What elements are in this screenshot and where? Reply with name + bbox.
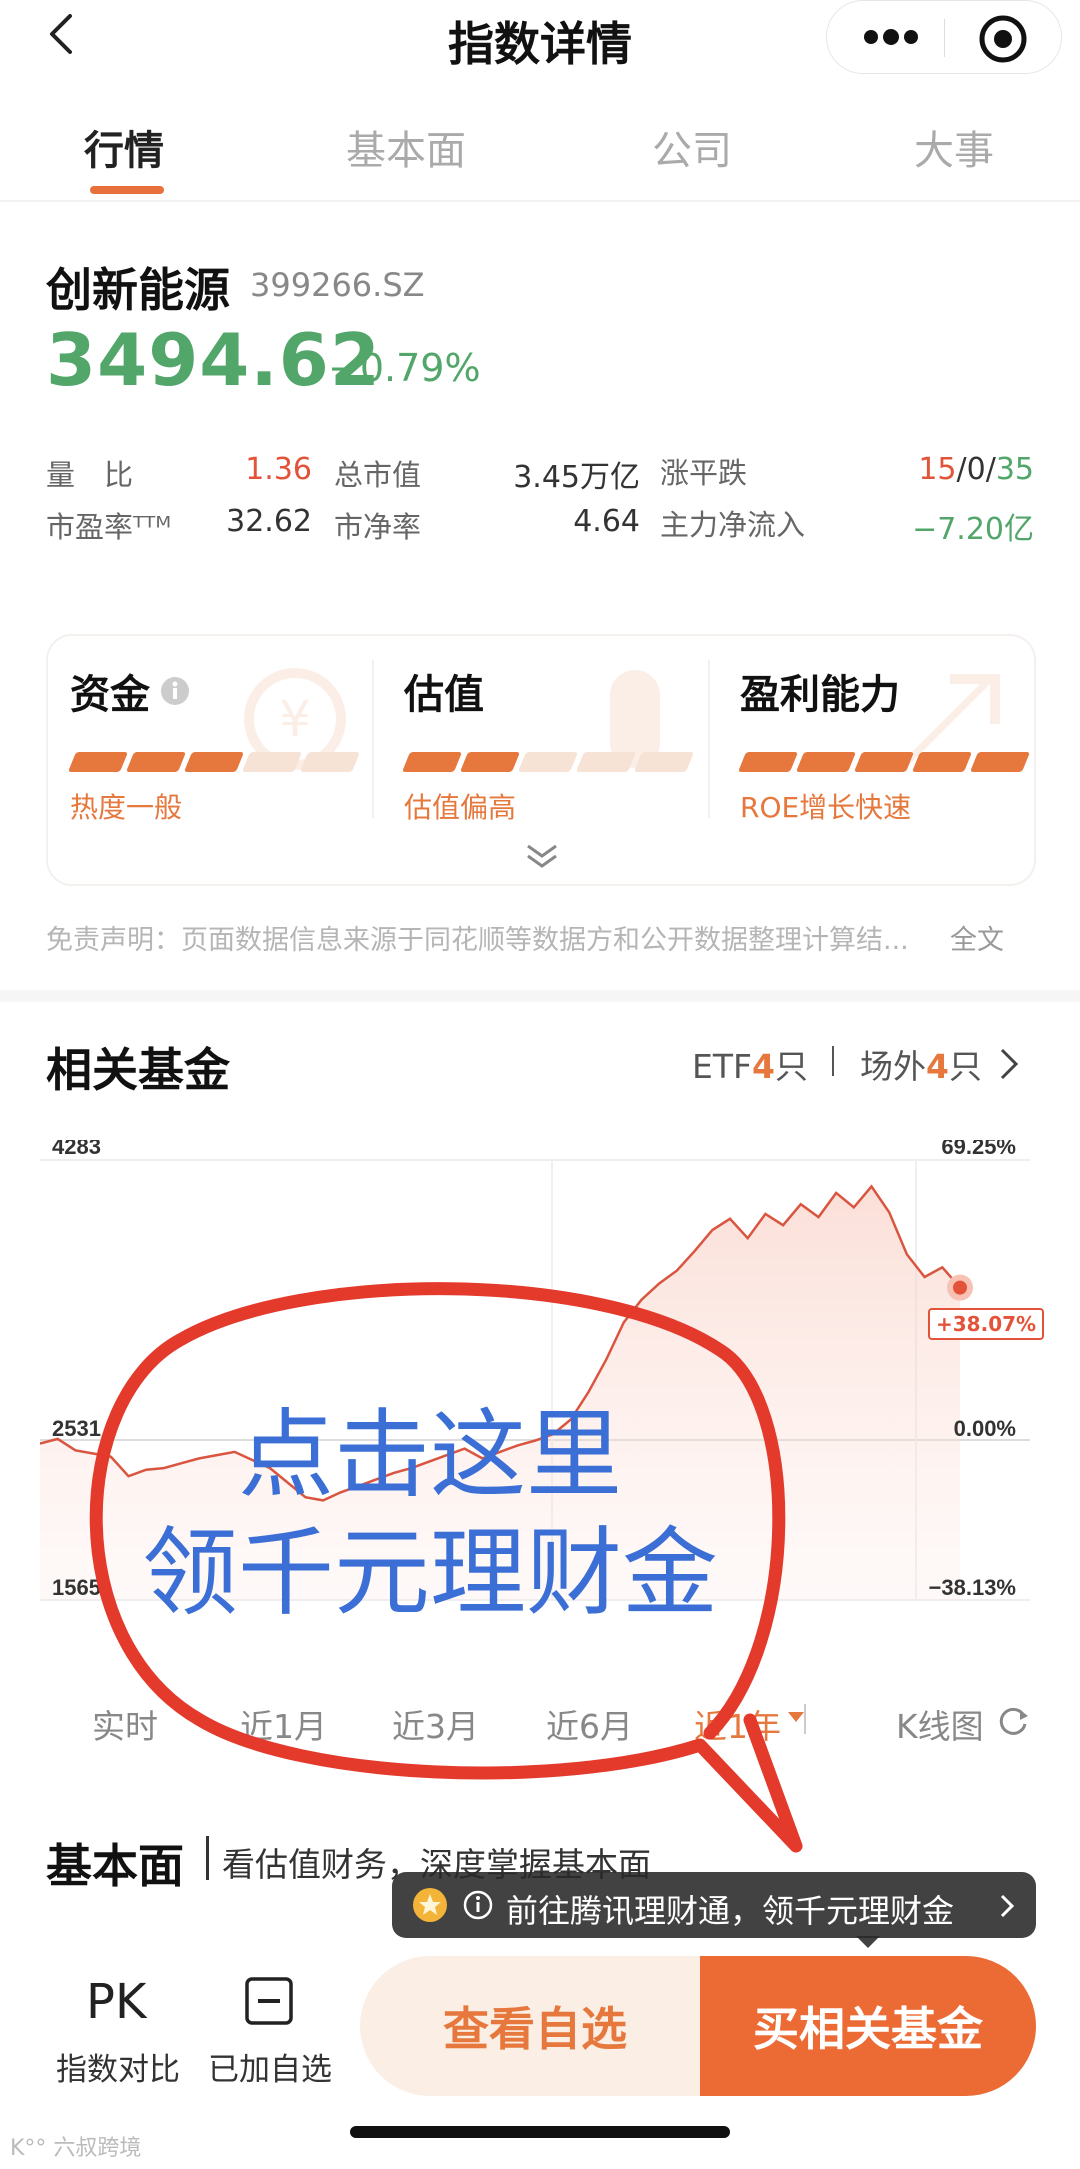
stat-volume-ratio-value: 1.36 bbox=[245, 452, 312, 487]
level-segment bbox=[853, 752, 915, 772]
metric-valuation-title: 估值 bbox=[404, 672, 484, 718]
svg-text:¥: ¥ bbox=[279, 690, 311, 748]
y-right-tick: −38.13% bbox=[929, 1575, 1016, 1600]
tab-fundamentals[interactable]: 基本面 bbox=[346, 118, 466, 176]
home-indicator bbox=[350, 2126, 730, 2138]
metric-valuation-desc: 估值偏高 bbox=[404, 791, 517, 824]
current-return-badge: +38.07% bbox=[928, 1308, 1045, 1340]
mini-program-capsule bbox=[826, 0, 1062, 74]
etf-count-link[interactable]: ETF4只 bbox=[692, 1040, 808, 1088]
x-tick-label: 2025-12-03 bbox=[883, 1617, 996, 1620]
info-icon bbox=[463, 1890, 493, 1920]
level-segment bbox=[183, 752, 245, 772]
stat-volume-ratio-label: 量 比 bbox=[46, 458, 134, 492]
added-watchlist-label[interactable]: 已加自选 bbox=[208, 2044, 332, 2089]
refresh-icon[interactable] bbox=[996, 1704, 1030, 1738]
stat-main-inflow-value: −7.20亿 bbox=[912, 512, 1034, 547]
y-right-tick: 0.00% bbox=[954, 1416, 1016, 1441]
meta-separator bbox=[832, 1046, 834, 1076]
watermark-logo: K°° 六叔跨境 bbox=[10, 2136, 142, 2161]
stat-market-cap-label: 总市值 bbox=[334, 458, 422, 492]
metric-capital-title: 资金 bbox=[70, 672, 150, 718]
level-segment bbox=[969, 752, 1031, 772]
dropdown-caret-icon[interactable] bbox=[786, 1710, 806, 1724]
level-segment bbox=[737, 752, 799, 772]
level-segment bbox=[125, 752, 187, 772]
close-target-icon[interactable] bbox=[977, 13, 1029, 65]
latest-point bbox=[953, 1280, 967, 1295]
stat-pb-value: 4.64 bbox=[573, 504, 640, 539]
y-left-tick: 2531 bbox=[52, 1416, 101, 1441]
metric-profitability-title: 盈利能力 bbox=[740, 672, 900, 718]
stat-advance-decline-label: 涨平跌 bbox=[660, 456, 748, 490]
index-change-percent: −0.79% bbox=[328, 346, 481, 390]
title-separator bbox=[206, 1836, 209, 1880]
y-left-tick: 4283 bbox=[52, 1140, 101, 1159]
watchlist-minus-icon[interactable] bbox=[244, 1976, 294, 2026]
y-left-tick: 1565 bbox=[52, 1575, 101, 1600]
capsule-divider bbox=[944, 19, 945, 57]
metrics-divider bbox=[708, 660, 710, 818]
tab-market[interactable]: 行情 bbox=[84, 118, 164, 176]
index-name: 创新能源 bbox=[46, 263, 230, 317]
more-options-icon[interactable] bbox=[863, 27, 919, 47]
chevron-right-icon bbox=[1000, 1894, 1015, 1918]
range-tab-1m[interactable]: 近1月 bbox=[240, 1700, 327, 1748]
annotation-text: 点击这里 领千元理财金 bbox=[142, 1399, 718, 1629]
level-segment bbox=[459, 752, 521, 772]
active-tab-indicator bbox=[90, 186, 164, 194]
metrics-divider bbox=[372, 660, 374, 818]
tooltip-pointer bbox=[856, 1936, 880, 1948]
level-segment bbox=[633, 752, 695, 772]
tab-company[interactable]: 公司 bbox=[652, 118, 732, 176]
y-right-tick: 69.25% bbox=[941, 1140, 1016, 1159]
info-icon[interactable] bbox=[160, 676, 190, 706]
metric-capital-level-bar bbox=[67, 752, 361, 774]
section-divider bbox=[0, 990, 1080, 1002]
range-tab-3m[interactable]: 近3月 bbox=[392, 1700, 479, 1748]
stat-advance-decline-value: 15/0/35 bbox=[918, 452, 1034, 487]
stat-market-cap-value: 3.45万亿 bbox=[513, 460, 640, 495]
related-funds-title: 相关基金 bbox=[46, 1043, 230, 1097]
level-segment bbox=[795, 752, 857, 772]
fundamentals-title: 基本面 bbox=[46, 1839, 184, 1893]
level-segment bbox=[241, 752, 303, 772]
range-separator bbox=[804, 1704, 806, 1734]
tab-events[interactable]: 大事 bbox=[914, 118, 994, 176]
level-segment bbox=[575, 752, 637, 772]
disclaimer-full-link[interactable]: 全文 bbox=[950, 918, 1004, 957]
level-segment bbox=[517, 752, 579, 772]
index-compare-label[interactable]: 指数对比 bbox=[56, 2044, 180, 2089]
level-segment bbox=[67, 752, 129, 772]
range-tab-realtime[interactable]: 实时 bbox=[92, 1700, 158, 1748]
range-tab-6m[interactable]: 近6月 bbox=[546, 1700, 633, 1748]
expand-chevron-icon[interactable] bbox=[522, 842, 562, 872]
tabs-divider bbox=[0, 200, 1080, 202]
stat-pe-value: 32.62 bbox=[226, 504, 312, 539]
metric-profitability-desc: ROE增长快速 bbox=[740, 791, 912, 824]
buy-related-funds-button[interactable]: 买相关基金 bbox=[700, 1956, 1036, 2096]
metric-capital-desc: 热度一般 bbox=[70, 791, 183, 824]
level-segment bbox=[401, 752, 463, 772]
level-segment bbox=[911, 752, 973, 772]
index-code: 399266.SZ bbox=[250, 266, 425, 304]
metric-valuation-level-bar bbox=[401, 752, 695, 774]
pk-icon[interactable]: PK bbox=[86, 1974, 146, 2030]
range-tab-kline[interactable]: K线图 bbox=[896, 1700, 984, 1748]
promo-tooltip-text: 前往腾讯理财通，领千元理财金 bbox=[506, 1892, 955, 1930]
view-watchlist-button[interactable]: 查看自选 bbox=[360, 1956, 710, 2096]
level-segment bbox=[299, 752, 361, 772]
stat-pe-label: 市盈率ᵀᵀᴹ bbox=[46, 510, 172, 544]
metric-profitability-level-bar bbox=[737, 752, 1031, 774]
promo-tooltip[interactable]: 前往腾讯理财通，领千元理财金 bbox=[392, 1872, 1036, 1938]
range-tab-1y[interactable]: 近1年 bbox=[694, 1700, 781, 1748]
coin-star-icon bbox=[413, 1888, 447, 1922]
stat-main-inflow-label: 主力净流入 bbox=[660, 508, 806, 542]
otc-count-link[interactable]: 场外4只 bbox=[860, 1040, 982, 1088]
chevron-right-icon[interactable] bbox=[994, 1046, 1024, 1082]
stat-pb-label: 市净率 bbox=[334, 510, 422, 544]
disclaimer-text: 免责声明：页面数据信息来源于同花顺等数据方和公开数据整理计算结... bbox=[46, 925, 909, 956]
